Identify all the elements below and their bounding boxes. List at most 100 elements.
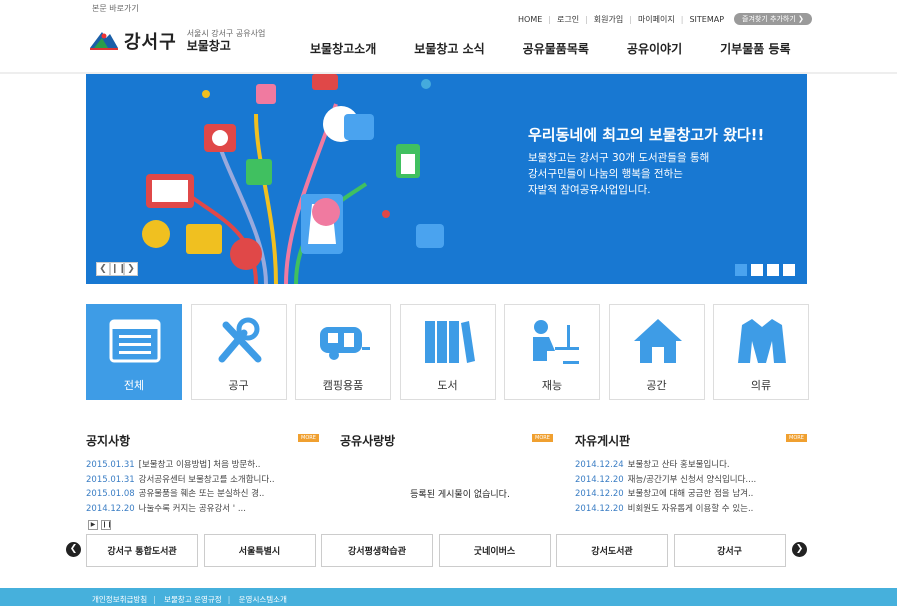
item-date: 2015.01.08 bbox=[86, 489, 135, 499]
banner-controls: ▶ ❙❙ bbox=[88, 520, 114, 530]
nav-item-items[interactable]: 공유물품목록 bbox=[523, 40, 589, 57]
banner-play-button[interactable]: ▶ bbox=[88, 520, 98, 530]
books-icon bbox=[424, 321, 475, 363]
banner-lifelong-learning[interactable]: 강서평생학습관 bbox=[321, 534, 433, 567]
category-label: 공구 bbox=[228, 379, 249, 392]
hero-dot-3[interactable] bbox=[767, 264, 779, 276]
banner-prev-arrow-icon[interactable]: ❮ bbox=[66, 542, 81, 557]
category-space[interactable]: 공간 bbox=[608, 304, 705, 400]
divider: | bbox=[629, 14, 632, 24]
category-label: 캠핑용품 bbox=[322, 379, 364, 392]
category-label: 도서 bbox=[437, 379, 458, 392]
hero-prev-button[interactable]: ❮ bbox=[96, 262, 110, 276]
category-tiles: 전체 공구 캠핑용품 도서 재능 공간 의류 bbox=[86, 304, 818, 400]
banner-good-neighbors[interactable]: 굿네이버스 bbox=[438, 534, 551, 567]
share-title: 공유사랑방 bbox=[340, 434, 396, 448]
banner-gangseo-library[interactable]: 강서구 통합도서관 bbox=[86, 534, 198, 567]
list-item[interactable]: 2014.12.20 재능/공간기부 신청서 양식입니다.... bbox=[575, 473, 809, 488]
divider: | bbox=[680, 14, 684, 24]
category-all[interactable]: 전체 bbox=[86, 304, 182, 400]
banner-seoul-city[interactable]: 서울특별시 bbox=[203, 534, 316, 567]
notice-more-button[interactable]: MORE bbox=[298, 434, 319, 442]
util-mypage-link[interactable]: 마이페이지 bbox=[638, 14, 675, 25]
hero-dot-1[interactable] bbox=[735, 264, 747, 276]
free-title: 자유게시판 bbox=[575, 434, 631, 448]
hero-controls: ❮ ❙❙ ❯ bbox=[96, 262, 138, 276]
hero-dot-4[interactable] bbox=[783, 264, 795, 276]
nav-item-intro[interactable]: 보물창고소개 bbox=[310, 40, 376, 57]
item-date: 2014.12.24 bbox=[575, 460, 624, 470]
footer-rules-link[interactable]: 보물창고 운영규정 bbox=[164, 595, 222, 604]
free-more-button[interactable]: MORE bbox=[786, 434, 807, 442]
divider: | bbox=[585, 14, 588, 24]
tools-icon bbox=[218, 317, 261, 363]
hero-description: 보물창고는 강서구 30개 도서관들을 통해 강서구민들이 나눔의 행복을 전하… bbox=[528, 150, 788, 198]
list-item[interactable]: 2014.12.20 비회원도 자유롭게 이용할 수 있는.. bbox=[575, 502, 809, 517]
hero-illustration bbox=[142, 74, 444, 284]
util-join-link[interactable]: 회원가입 bbox=[594, 14, 623, 25]
item-title: 보물창고 산타 홍보물입니다. bbox=[627, 460, 730, 470]
item-date: 2014.12.20 bbox=[575, 474, 624, 485]
free-board: 자유게시판 MORE 2014.12.24 보물창고 산타 홍보물입니다. 201… bbox=[575, 432, 809, 516]
logo-emblem-icon bbox=[88, 28, 120, 54]
house-icon bbox=[633, 319, 682, 363]
category-books[interactable]: 도서 bbox=[399, 304, 496, 400]
banner-next-arrow-icon[interactable]: ❯ bbox=[792, 542, 807, 557]
logo-subtitle: 서울시 강서구 공유사업 보물창고 bbox=[187, 29, 266, 53]
util-home-link[interactable]: HOME bbox=[518, 15, 542, 24]
nav-item-donate[interactable]: 기부물품 등록 bbox=[720, 40, 790, 57]
share-more-button[interactable]: MORE bbox=[532, 434, 553, 442]
share-board: 공유사랑방 MORE 등록된 게시물이 없습니다. bbox=[340, 432, 554, 500]
item-date: 2015.01.31 bbox=[86, 460, 135, 470]
empty-message: 등록된 게시물이 없습니다. bbox=[410, 490, 510, 500]
favorite-button[interactable]: 즐겨찾기 추가하기 ❯ bbox=[734, 13, 812, 25]
list-item[interactable]: 2015.01.08 공유물품을 훼손 또는 분실하신 경.. bbox=[86, 487, 320, 502]
hero-desc-line3: 자발적 참여공유사업입니다. bbox=[528, 184, 651, 196]
category-camping[interactable]: 캠핑용품 bbox=[295, 304, 391, 400]
list-item[interactable]: 2014.12.20 보물창고에 대해 궁금한 점을 남겨.. bbox=[575, 487, 809, 502]
logo-sub-line1: 서울시 강서구 공유사업 bbox=[186, 29, 266, 38]
site-logo[interactable]: 강서구 서울시 강서구 공유사업 보물창고 bbox=[88, 28, 265, 54]
main-nav: 보물창고소개 보물창고 소식 공유물품목록 공유이야기 기부물품 등록 bbox=[310, 40, 829, 57]
banner-pause-button[interactable]: ❙❙ bbox=[101, 520, 112, 530]
list-item[interactable]: 2015.01.31 강서공유센터 보물창고를 소개합니다.. bbox=[86, 473, 320, 488]
footer-privacy-link[interactable]: 개인정보취급방침 bbox=[92, 595, 147, 604]
category-label: 전체 bbox=[123, 379, 145, 392]
util-sitemap-link[interactable]: SITEMAP bbox=[689, 15, 724, 24]
list-item[interactable]: 2014.12.20 나눌수록 커지는 공유강서 ' ... bbox=[86, 502, 320, 517]
category-tools[interactable]: 공구 bbox=[190, 304, 287, 400]
list-item[interactable]: 2014.12.24 보물창고 산타 홍보물입니다. bbox=[575, 458, 809, 473]
hero-banner[interactable]: 우리동네에 최고의 보물창고가 왔다!! 보물창고는 강서구 30개 도서관들을… bbox=[86, 74, 807, 284]
banner-gangseo-lib[interactable]: 강서도서관 bbox=[556, 534, 668, 567]
item-title: 재능/공간기부 신청서 양식입니다.... bbox=[627, 474, 757, 485]
item-date: 2014.12.20 bbox=[575, 489, 624, 499]
hero-title: 우리동네에 최고의 보물창고가 왔다!! bbox=[528, 126, 765, 144]
list-item[interactable]: 2015.01.31 [보물창고 이용방법] 처음 방문하.. bbox=[86, 458, 320, 473]
hero-pagination bbox=[731, 264, 795, 276]
hero-pause-button[interactable]: ❙❙ bbox=[110, 262, 126, 276]
hero-dot-2[interactable] bbox=[751, 264, 763, 276]
banner-gangseo-gu[interactable]: 강서구 bbox=[673, 534, 786, 567]
skip-link[interactable]: 본문 바로가기 bbox=[92, 3, 139, 14]
notice-board: 공지사항 MORE 2015.01.31 [보물창고 이용방법] 처음 방문하..… bbox=[86, 432, 320, 516]
divider: | bbox=[153, 595, 156, 604]
nav-item-news[interactable]: 보물창고 소식 bbox=[414, 40, 484, 57]
nav-item-story[interactable]: 공유이야기 bbox=[627, 40, 682, 57]
item-date: 2015.01.31 bbox=[86, 474, 135, 485]
category-talent[interactable]: 재능 bbox=[504, 304, 600, 400]
item-date: 2014.12.20 bbox=[575, 503, 624, 514]
item-title: 나눌수록 커지는 공유강서 ' ... bbox=[138, 503, 246, 514]
footer-system-link[interactable]: 운영시스템소개 bbox=[239, 595, 287, 604]
item-title: 공유물품을 훼손 또는 분실하신 경.. bbox=[138, 489, 265, 499]
utility-nav: HOME | 로그인 | 회원가입 | 마이페이지 | SITEMAP 즐겨찾기 추가하… bbox=[518, 13, 812, 25]
category-label: 공간 bbox=[646, 379, 667, 392]
item-title: 보물창고에 대해 궁금한 점을 남겨.. bbox=[627, 489, 754, 499]
camping-trailer-icon bbox=[320, 327, 370, 360]
hero-next-button[interactable]: ❯ bbox=[124, 262, 138, 276]
util-login-link[interactable]: 로그인 bbox=[557, 14, 579, 25]
category-label: 의류 bbox=[750, 379, 772, 392]
divider: | bbox=[227, 595, 231, 604]
hero-desc-line2: 강서구민들이 나눔의 행복을 전하는 bbox=[528, 168, 683, 180]
category-label: 재능 bbox=[541, 379, 563, 392]
category-clothing[interactable]: 의류 bbox=[713, 304, 809, 400]
